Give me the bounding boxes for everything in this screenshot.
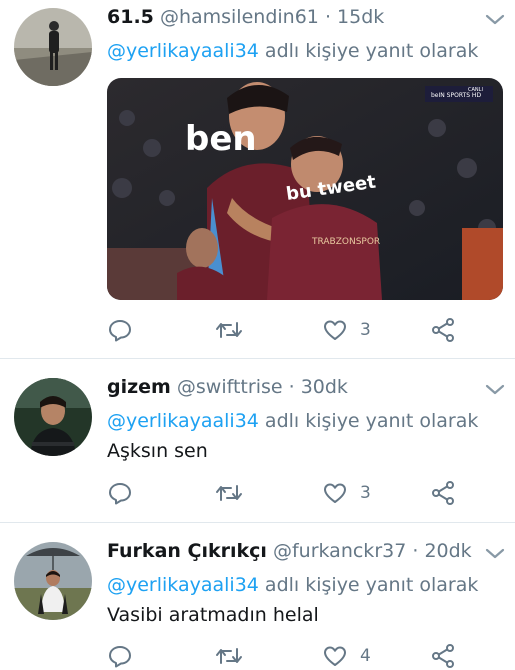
reply-icon — [109, 320, 131, 342]
like-count: 4 — [360, 646, 371, 666]
like-icon — [324, 646, 346, 666]
reply-button[interactable] — [107, 642, 133, 670]
avatar[interactable] — [14, 378, 92, 456]
retweet-button[interactable] — [215, 479, 243, 507]
avatar[interactable] — [14, 8, 92, 86]
tweet-1[interactable]: 61.5 @hamsilendin61 · 15dk @yerlikayaali… — [0, 0, 515, 358]
retweet-icon — [216, 485, 242, 501]
tweet-2[interactable]: gizem @swifttrise · 30dk @yerlikayaali34… — [0, 359, 515, 522]
reply-context: @yerlikayaali34 adlı kişiye yanıt olarak — [107, 410, 479, 432]
mention-link[interactable]: @yerlikayaali34 — [107, 40, 259, 62]
share-button[interactable] — [430, 642, 456, 670]
retweet-icon — [216, 322, 242, 338]
share-button[interactable] — [430, 479, 456, 507]
user-handle[interactable]: @swifttrise — [177, 376, 283, 398]
share-icon — [432, 318, 454, 342]
chevron-down-icon[interactable] — [484, 13, 506, 27]
mention-link[interactable]: @yerlikayaali34 — [107, 574, 259, 596]
jersey-text: TRABZONSPOR — [311, 237, 380, 247]
like-icon — [324, 320, 346, 340]
display-name[interactable]: gizem — [107, 376, 171, 398]
retweet-button[interactable] — [215, 642, 243, 670]
chevron-down-icon[interactable] — [484, 547, 506, 561]
display-name[interactable]: Furkan Çıkrıkçı — [107, 540, 267, 562]
tweet-3[interactable]: Furkan Çıkrıkçı @furkanckr37 · 20dk @yer… — [0, 523, 515, 670]
like-count: 3 — [360, 320, 371, 340]
share-button[interactable] — [430, 316, 456, 344]
tweet-header: gizem @swifttrise · 30dk — [107, 376, 348, 398]
like-button[interactable]: 3 — [322, 316, 371, 344]
reply-context: @yerlikayaali34 adlı kişiye yanıt olarak — [107, 574, 479, 596]
chevron-down-icon[interactable] — [484, 383, 506, 397]
reply-button[interactable] — [107, 316, 133, 344]
timestamp[interactable]: · 20dk — [412, 540, 471, 562]
mention-link[interactable]: @yerlikayaali34 — [107, 410, 259, 432]
share-icon — [432, 644, 454, 668]
like-button[interactable]: 3 — [322, 479, 371, 507]
timestamp[interactable]: · 15dk — [325, 6, 384, 28]
tweet-text: Aşksın sen — [107, 440, 208, 462]
like-button[interactable]: 4 — [322, 642, 371, 670]
broadcast-logo: beIN SPORTS HD — [431, 92, 481, 99]
timestamp[interactable]: · 30dk — [289, 376, 348, 398]
reply-button[interactable] — [107, 479, 133, 507]
broadcast-label: CANLI — [468, 87, 483, 93]
tweet-header: 61.5 @hamsilendin61 · 15dk — [107, 6, 384, 28]
tweet-media[interactable]: TRABZONSPOR beIN SPORTS HD CANLI ben bu … — [107, 78, 503, 300]
share-icon — [432, 481, 454, 505]
tweet-header: Furkan Çıkrıkçı @furkanckr37 · 20dk — [107, 540, 472, 562]
like-count: 3 — [360, 483, 371, 503]
reply-icon — [109, 646, 131, 668]
like-icon — [324, 483, 346, 503]
retweet-icon — [216, 648, 242, 664]
retweet-button[interactable] — [215, 316, 243, 344]
reply-icon — [109, 483, 131, 505]
tweet-text: Vasibi aratmadın helal — [107, 604, 319, 626]
reply-context: @yerlikayaali34 adlı kişiye yanıt olarak — [107, 40, 479, 62]
display-name[interactable]: 61.5 — [107, 6, 154, 28]
user-handle[interactable]: @hamsilendin61 — [160, 6, 319, 28]
user-handle[interactable]: @furkanckr37 — [273, 540, 406, 562]
meme-caption-big: ben — [185, 119, 257, 159]
avatar[interactable] — [14, 542, 92, 620]
